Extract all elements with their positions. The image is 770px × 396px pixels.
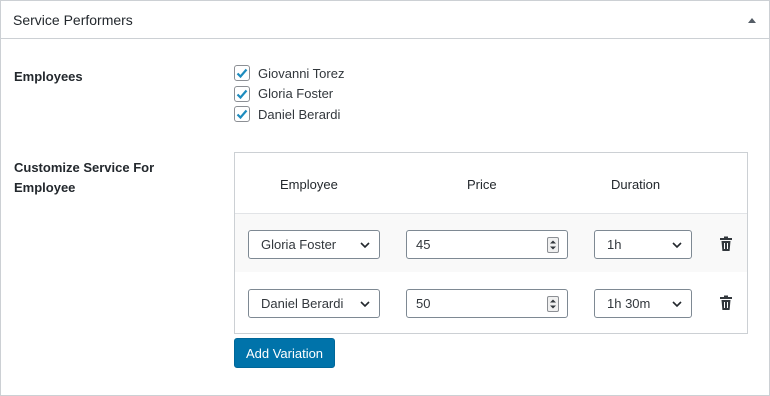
table-row: Daniel Berardi 50 1h 30m <box>235 273 747 332</box>
column-header-duration: Duration <box>611 177 661 192</box>
trash-icon[interactable] <box>719 236 733 252</box>
customize-label: Customize Service For Employee <box>14 160 155 195</box>
price-input-value: 45 <box>416 237 431 252</box>
employee-checkbox-item[interactable]: Daniel Berardi <box>234 104 344 125</box>
variations-table: Employee Price Duration Gloria Foster 45… <box>234 152 748 334</box>
chevron-down-icon <box>672 301 682 308</box>
service-performers-panel: Service Performers Employees Giovanni To… <box>0 0 770 396</box>
spinner-arrows-icon <box>550 299 556 309</box>
panel-title: Service Performers <box>13 12 133 28</box>
duration-select-value: 1h <box>607 237 622 252</box>
duration-select[interactable]: 1h 30m <box>594 289 692 318</box>
column-header-price: Price <box>467 177 497 192</box>
employee-checkbox-item[interactable]: Gloria Foster <box>234 84 344 105</box>
employee-checkbox-label: Giovanni Torez <box>258 65 345 81</box>
trash-icon[interactable] <box>719 295 733 311</box>
duration-select-value: 1h 30m <box>607 296 651 311</box>
checkmark-icon <box>236 110 248 120</box>
number-spinner[interactable] <box>547 296 559 312</box>
chevron-down-icon <box>672 242 682 249</box>
employee-select[interactable]: Daniel Berardi <box>248 289 380 318</box>
chevron-down-icon <box>360 242 370 249</box>
panel-header: Service Performers <box>1 1 769 39</box>
table-row: Gloria Foster 45 1h <box>235 213 747 272</box>
employee-checkbox-item[interactable]: Giovanni Torez <box>234 63 344 84</box>
employee-select[interactable]: Gloria Foster <box>248 230 380 259</box>
checkbox-checked[interactable] <box>234 85 250 102</box>
employees-checklist: Giovanni Torez Gloria Foster Daniel Bera… <box>234 63 344 125</box>
add-variation-button[interactable]: Add Variation <box>234 338 335 368</box>
checkmark-icon <box>236 69 248 79</box>
checkbox-checked[interactable] <box>234 65 250 82</box>
checkbox-checked[interactable] <box>234 106 250 123</box>
number-spinner[interactable] <box>547 237 559 253</box>
employees-label: Employees <box>14 69 83 84</box>
employee-select-value: Daniel Berardi <box>261 296 344 311</box>
spinner-arrows-icon <box>550 240 556 250</box>
chevron-down-icon <box>360 301 370 308</box>
price-input[interactable]: 45 <box>406 230 568 259</box>
price-input-value: 50 <box>416 296 431 311</box>
duration-select[interactable]: 1h <box>594 230 692 259</box>
employee-checkbox-label: Daniel Berardi <box>258 106 341 122</box>
employee-select-value: Gloria Foster <box>261 237 337 252</box>
price-input[interactable]: 50 <box>406 289 568 318</box>
triangle-up-icon[interactable] <box>747 15 757 25</box>
column-header-employee: Employee <box>280 177 338 192</box>
checkmark-icon <box>236 89 248 99</box>
employee-checkbox-label: Gloria Foster <box>258 86 334 102</box>
